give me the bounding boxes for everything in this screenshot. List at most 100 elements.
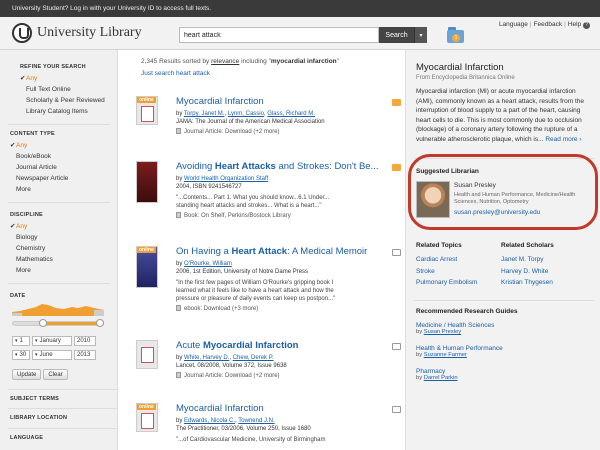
result-title[interactable]: Acute Myocardial Infarction [176, 340, 381, 351]
scholar-link[interactable]: Janet M. Torpy [501, 256, 544, 263]
content-journal[interactable]: Journal Article [10, 162, 115, 173]
result-thumbnail[interactable]: online [136, 246, 158, 288]
refine-full-text[interactable]: Full Text Online [20, 84, 108, 95]
result-title[interactable]: Myocardial Infarction [176, 403, 381, 414]
refine-peer-reviewed[interactable]: Scholarly & Peer Reviewed [20, 95, 108, 106]
slider-end-handle[interactable] [96, 319, 104, 327]
result-title[interactable]: Avoiding Heart Attacks and Strokes: Don'… [176, 161, 381, 172]
saved-count-badge: 1 [452, 34, 460, 42]
just-search-link[interactable]: Just search heart attack [141, 70, 210, 77]
language-heading[interactable]: Language [10, 435, 43, 441]
to-day-select[interactable]: ▾ 30 [12, 350, 30, 360]
date-range-slider[interactable] [12, 319, 104, 327]
banner-text[interactable]: University Student? Log in with your Uni… [12, 5, 211, 12]
result-access[interactable]: Journal Article: Download (+2 more) [176, 372, 381, 381]
discipline-chemistry[interactable]: Chemistry [10, 243, 115, 254]
help-icon[interactable]: ? [583, 22, 590, 29]
librarian-email-link[interactable]: susan.presley@university.edu [454, 209, 575, 216]
research-guides-heading: Recommended Research Guides [416, 308, 518, 315]
guide-link[interactable]: Medicine / Health Sciences [416, 322, 494, 329]
author-link[interactable]: World Health Organization Staff [184, 176, 268, 182]
content-newspaper[interactable]: Newspaper Article [10, 173, 115, 184]
refine-catalog[interactable]: Library Catalog Items [20, 106, 108, 117]
content-book[interactable]: Book/eBook [10, 151, 115, 162]
result-thumbnail[interactable]: online [136, 96, 158, 125]
save-item-icon[interactable] [392, 406, 401, 413]
guide-link[interactable]: Health & Human Performance [416, 345, 503, 352]
sort-relevance-link[interactable]: relevance [211, 58, 239, 65]
refine-any[interactable]: ✔Any [20, 73, 108, 84]
related-scholars-list: Janet M. Torpy Harvey D. White Kristian … [501, 256, 553, 291]
topic-link[interactable]: Pulmonary Embolism [416, 279, 477, 286]
result-thumbnail[interactable] [136, 161, 158, 203]
results-column: 2,345 Results sorted by relevance includ… [118, 50, 405, 450]
content-any[interactable]: ✔Any [10, 140, 115, 151]
results-summary: 2,345 Results sorted by relevance includ… [141, 58, 339, 65]
author-link[interactable]: Glass, Richard M. [267, 111, 315, 117]
help-link[interactable]: Help [568, 21, 581, 28]
author-link[interactable]: Chew, Derek P. [233, 355, 274, 361]
scholar-link[interactable]: Kristian Thygesen [501, 279, 553, 286]
search-input[interactable] [179, 27, 379, 43]
author-link[interactable]: Torpy, Janet M. [184, 111, 225, 117]
topic-panel: Myocardial Infarction From Encyclopedia … [405, 50, 600, 450]
update-button[interactable]: Update [12, 369, 42, 380]
topic-description: Myocardial infarction (MI) or acute myoc… [416, 88, 584, 143]
author-link[interactable]: White, Harvey D. [184, 355, 229, 361]
logo-icon [12, 23, 32, 43]
library-location-heading[interactable]: Library location [10, 415, 67, 421]
from-day-select[interactable]: ▾ 1 [12, 336, 30, 346]
date-buttons: Update Clear [12, 369, 68, 380]
result-access[interactable]: ebook: Download (+3 more) [176, 305, 381, 314]
discipline-any[interactable]: ✔Any [10, 221, 115, 232]
saved-items-folder[interactable]: 1 [447, 26, 465, 44]
book-icon [176, 212, 181, 219]
language-link[interactable]: Language [499, 21, 528, 28]
author-link[interactable]: O'Rourke, William [184, 261, 232, 267]
guide-author-link[interactable]: Darrel Parkin [424, 375, 458, 381]
utility-links: Language | Feedback | Help ? [499, 21, 590, 29]
guide-author-link[interactable]: Suzanne Farmer [424, 352, 467, 358]
result-thumbnail[interactable]: online [136, 403, 158, 432]
author-link[interactable]: Edwards, Nicola C. [184, 418, 235, 424]
result-access[interactable]: Journal Article: Download (+2 more) [176, 128, 381, 137]
search-options-dropdown[interactable]: ▾ [414, 27, 427, 43]
topic-link[interactable]: Stroke [416, 268, 435, 275]
scholar-link[interactable]: Harvey D. White [501, 268, 548, 275]
chevron-down-icon: ▾ [419, 32, 423, 39]
guide-author-link[interactable]: Susan Presley [424, 329, 461, 335]
clear-button[interactable]: Clear [43, 369, 68, 380]
topic-link[interactable]: Cardiac Arrest [416, 256, 457, 263]
to-month-select[interactable]: ▾ June [32, 350, 72, 360]
author-link[interactable]: Townend J.N. [238, 418, 274, 424]
result-access[interactable]: Book: On Shelf, Perkins/Bostock Library [176, 212, 381, 221]
logo[interactable]: University Library [12, 23, 142, 43]
discipline-mathematics[interactable]: Mathematics [10, 254, 115, 265]
result-thumbnail[interactable] [136, 340, 158, 369]
subject-terms-heading[interactable]: Subject terms [10, 396, 59, 402]
author-link[interactable]: Lynm, Cassio [228, 111, 264, 117]
search-button[interactable]: Search [379, 27, 414, 43]
topic-title: Myocardial Infarction [416, 62, 504, 73]
content-more[interactable]: More [10, 184, 115, 195]
librarian-heading: Suggested Librarian [416, 168, 479, 175]
save-item-icon[interactable] [392, 343, 401, 350]
result-title[interactable]: On Having a Heart Attack: A Medical Memo… [176, 246, 381, 257]
login-banner[interactable]: University Student? Log in with your Uni… [0, 0, 600, 17]
save-item-icon[interactable] [392, 249, 401, 256]
from-month-select[interactable]: ▾ January [32, 336, 72, 346]
to-year-input[interactable]: 2013 [74, 350, 96, 360]
discipline-biology[interactable]: Biology [10, 232, 115, 243]
read-more-link[interactable]: Read more [545, 136, 577, 143]
chevron-right-icon: › [579, 135, 582, 143]
discipline-more[interactable]: More [10, 265, 115, 276]
guide-link[interactable]: Pharmacy [416, 368, 458, 375]
from-year-input[interactable]: 2010 [74, 336, 96, 346]
save-item-icon[interactable] [392, 164, 401, 171]
refine-section: Refine your search ✔Any Full Text Online… [0, 64, 118, 117]
header: University Library Search ▾ 1 Language|F… [0, 17, 600, 50]
save-item-icon[interactable] [392, 99, 401, 106]
feedback-link[interactable]: Feedback [534, 21, 563, 28]
slider-start-handle[interactable] [39, 319, 47, 327]
result-title[interactable]: Myocardial Infarction [176, 96, 381, 107]
